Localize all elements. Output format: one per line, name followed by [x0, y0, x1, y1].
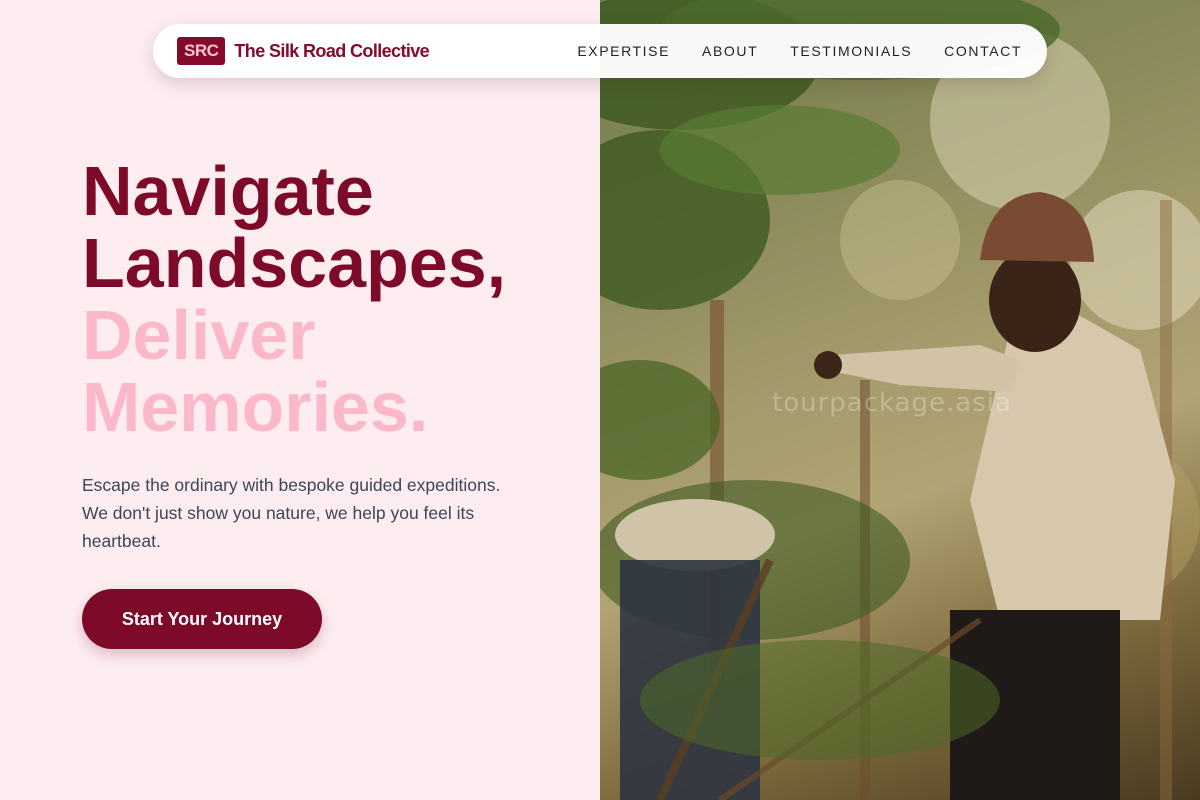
nav-link-contact[interactable]: CONTACT — [944, 43, 1022, 59]
start-journey-button[interactable]: Start Your Journey — [82, 589, 322, 649]
headline-line-4: Memories. — [82, 368, 429, 446]
headline-line-3: Deliver — [82, 296, 316, 374]
hero-photo: tourpackage.asia — [600, 0, 1200, 800]
headline-line-2: Landscapes, — [82, 224, 507, 302]
photo-watermark: tourpackage.asia — [772, 388, 1012, 418]
nav-links: EXPERTISE ABOUT TESTIMONIALS CONTACT — [577, 43, 1022, 59]
top-navbar: SRC The Silk Road Collective EXPERTISE A… — [153, 24, 1047, 78]
nav-link-about[interactable]: ABOUT — [702, 43, 758, 59]
hero-section: Navigate Landscapes, Deliver Memories. E… — [82, 155, 582, 649]
hero-headline: Navigate Landscapes, Deliver Memories. — [82, 155, 582, 443]
headline-line-1: Navigate — [82, 152, 374, 230]
hero-subcopy: Escape the ordinary with bespoke guided … — [82, 475, 501, 551]
brand-logo[interactable]: SRC The Silk Road Collective — [177, 37, 430, 65]
nav-link-expertise[interactable]: EXPERTISE — [577, 43, 670, 59]
brand-name: The Silk Road Collective — [234, 40, 430, 61]
brand-badge: SRC — [177, 37, 226, 65]
nav-link-testimonials[interactable]: TESTIMONIALS — [790, 43, 912, 59]
